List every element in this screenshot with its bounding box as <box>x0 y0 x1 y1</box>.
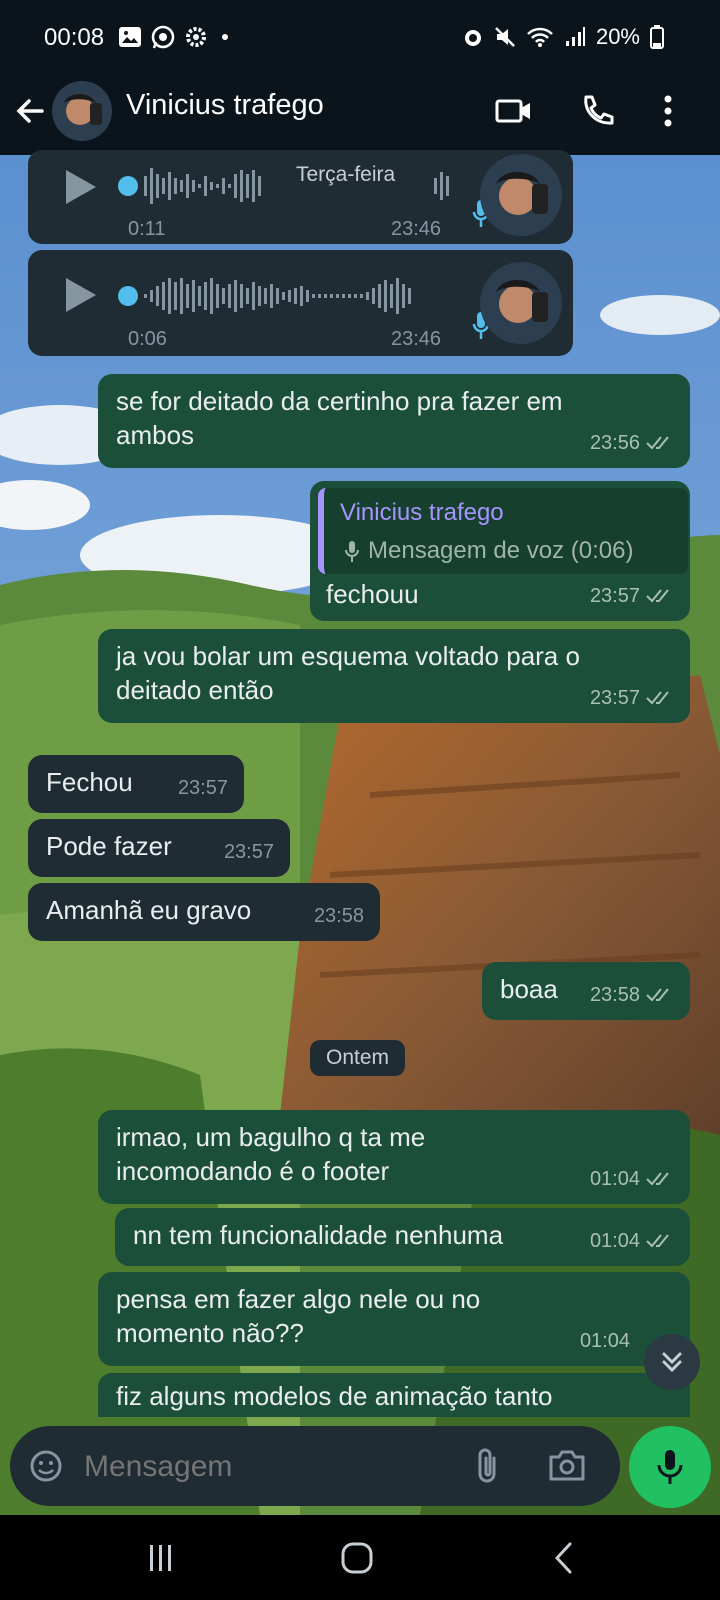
whatsapp-icon <box>151 25 175 49</box>
message-text: se for deitado da certinho pra fazer em <box>116 386 563 416</box>
alarm-icon <box>464 30 481 46</box>
read-ticks-icon <box>646 988 669 1002</box>
message-time: 23:57 <box>177 777 228 799</box>
sticker-icon[interactable] <box>28 1448 64 1484</box>
message-time: 01:04 <box>579 1330 630 1352</box>
voice-duration: 0:06 <box>128 328 167 350</box>
quoted-sender: Vinicius trafego <box>340 499 504 526</box>
message-composer[interactable] <box>10 1426 620 1506</box>
voice-record-button[interactable] <box>629 1426 711 1508</box>
message-text: ambos <box>116 420 195 450</box>
message-time: 23:56 <box>589 432 640 454</box>
mic-icon <box>345 541 359 562</box>
incoming-message[interactable]: Pode fazer 23:57 <box>28 819 290 877</box>
message-time: 23:57 <box>223 841 274 863</box>
battery-percent: 20% <box>595 24 640 49</box>
message-text: pensa em fazer algo nele ou no <box>116 1284 481 1314</box>
home-icon[interactable] <box>340 1541 374 1575</box>
voice-duration: 0:11 <box>128 218 166 240</box>
contact-name[interactable]: Vinicius trafego <box>126 89 324 122</box>
read-ticks-icon <box>646 691 669 705</box>
video-call-icon[interactable] <box>494 91 534 131</box>
wifi-icon <box>527 27 553 47</box>
mute-icon <box>495 27 515 47</box>
read-ticks-icon <box>646 589 669 603</box>
back-arrow-icon[interactable] <box>12 93 48 129</box>
message-text: incomodando é o footer <box>116 1156 390 1186</box>
outgoing-message[interactable]: nn tem funcionalidade nenhuma 01:04 <box>115 1208 690 1266</box>
message-text: deitado então <box>116 675 274 705</box>
message-text: fechouu <box>326 579 419 609</box>
play-icon[interactable] <box>64 276 98 314</box>
recent-apps-icon[interactable] <box>146 1543 176 1573</box>
outgoing-message[interactable]: pensa em fazer algo nele ou no momento n… <box>98 1272 690 1366</box>
status-bar: 00:08 20% <box>0 0 720 75</box>
double-chevron-down-icon <box>662 1352 682 1373</box>
read-ticks-icon <box>646 1172 669 1186</box>
gallery-icon <box>119 27 141 47</box>
outgoing-message[interactable]: Vinicius trafego Mensagem de voz (0:06) … <box>310 481 690 621</box>
message-time: 23:57 <box>589 687 640 709</box>
voice-waveform[interactable] <box>116 274 466 318</box>
message-text: fiz alguns modelos de animação tanto <box>116 1381 553 1411</box>
outgoing-message[interactable]: fiz alguns modelos de animação tanto <box>98 1373 690 1417</box>
chat-header: Vinicius trafego <box>0 75 720 155</box>
outgoing-message[interactable]: ja vou bolar um esquema voltado para o d… <box>98 629 690 723</box>
quoted-text: Mensagem de voz (0:06) <box>368 537 634 564</box>
battery-icon <box>650 25 664 49</box>
message-text: irmao, um bagulho q ta me <box>116 1122 426 1152</box>
voice-message[interactable]: 0:06 23:46 <box>28 250 573 356</box>
mic-icon <box>657 1450 683 1484</box>
quoted-reply[interactable]: Vinicius trafego Mensagem de voz (0:06) <box>318 488 688 574</box>
message-time: 23:58 <box>313 905 364 927</box>
contact-avatar[interactable] <box>52 81 112 141</box>
system-nav-bar <box>0 1515 720 1600</box>
message-time: 23:46 <box>391 328 442 350</box>
message-input[interactable] <box>82 1444 456 1490</box>
sender-avatar <box>480 154 562 236</box>
signal-icon <box>565 27 585 46</box>
sender-avatar <box>480 262 562 344</box>
incoming-message[interactable]: Fechou 23:57 <box>28 755 244 813</box>
message-text: ja vou bolar um esquema voltado para o <box>116 641 580 671</box>
message-time: 01:04 <box>589 1168 640 1190</box>
message-time: 01:04 <box>589 1230 640 1252</box>
settings-icon <box>186 27 206 47</box>
message-time: 23:58 <box>589 984 640 1006</box>
camera-icon[interactable] <box>548 1448 586 1482</box>
dot-icon <box>222 34 228 40</box>
voice-call-icon[interactable] <box>578 91 614 131</box>
scroll-to-bottom-button[interactable] <box>644 1334 700 1390</box>
outgoing-message[interactable]: irmao, um bagulho q ta me incomodando é … <box>98 1110 690 1204</box>
clock: 00:08 <box>44 24 105 51</box>
more-options-icon[interactable] <box>660 91 676 131</box>
read-ticks-icon <box>646 1234 669 1248</box>
outgoing-message[interactable]: boaa 23:58 <box>482 962 690 1020</box>
date-chip: Ontem <box>310 1040 406 1076</box>
read-ticks-icon <box>646 436 669 450</box>
attach-icon[interactable] <box>474 1446 500 1486</box>
outgoing-message[interactable]: se for deitado da certinho pra fazer em … <box>98 374 690 468</box>
incoming-message[interactable]: Amanhã eu gravo 23:58 <box>28 883 380 941</box>
date-chip: Terça-feira <box>280 157 412 193</box>
message-time: 23:57 <box>589 585 640 607</box>
back-nav-icon[interactable] <box>552 1541 576 1575</box>
play-icon[interactable] <box>64 168 98 206</box>
message-time: 23:46 <box>391 218 442 240</box>
